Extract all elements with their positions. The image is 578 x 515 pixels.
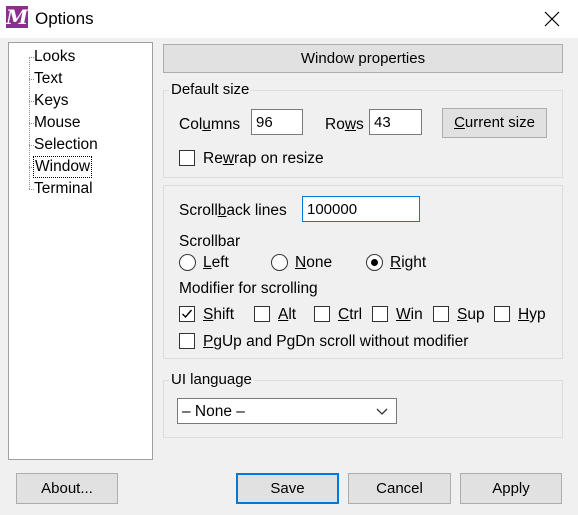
close-button[interactable]: [532, 2, 572, 36]
save-button[interactable]: Save: [236, 473, 339, 504]
chevron-down-icon: [376, 408, 388, 415]
scrollbar-none-label[interactable]: None: [295, 254, 332, 272]
section-header: Window properties: [163, 44, 563, 73]
tree-item-window[interactable]: Window: [33, 156, 93, 178]
checkmark-icon: [182, 309, 193, 319]
rewrap-checkbox[interactable]: [179, 150, 195, 166]
tree-item-terminal[interactable]: Terminal: [34, 179, 93, 199]
pgup-checkbox[interactable]: [179, 333, 195, 349]
tree-item-looks[interactable]: Looks: [34, 47, 75, 67]
alt-checkbox[interactable]: [254, 306, 270, 322]
ui-language-value: – None –: [182, 403, 245, 420]
columns-input[interactable]: 96: [251, 109, 303, 135]
ui-language-select[interactable]: – None –: [177, 398, 397, 424]
tree-item-selection[interactable]: Selection: [34, 135, 98, 155]
shift-label[interactable]: Shift: [203, 306, 234, 324]
shift-checkbox[interactable]: [179, 306, 195, 322]
scrollback-input[interactable]: 100000: [302, 196, 420, 222]
hyp-checkbox[interactable]: [494, 306, 510, 322]
tree-item-keys[interactable]: Keys: [34, 91, 68, 111]
default-size-title: Default size: [169, 81, 252, 98]
scrollbar-title: Scrollbar: [179, 233, 241, 250]
current-size-button[interactable]: Current size: [442, 108, 547, 138]
columns-label: Columns: [179, 116, 241, 133]
scrollbar-left-radio[interactable]: [179, 254, 196, 271]
scrollbar-left-label[interactable]: Left: [203, 254, 229, 272]
radio-selected-dot: [371, 259, 378, 266]
sup-checkbox[interactable]: [433, 306, 449, 322]
close-icon: [544, 11, 560, 27]
ctrl-checkbox[interactable]: [314, 306, 330, 322]
rows-label: Rows: [325, 116, 364, 133]
alt-label[interactable]: Alt: [278, 306, 296, 324]
scrollbar-right-label[interactable]: Right: [390, 254, 426, 272]
pgup-label[interactable]: PgUp and PgDn scroll without modifier: [203, 333, 468, 351]
apply-button[interactable]: Apply: [460, 473, 562, 504]
sup-label[interactable]: Sup: [457, 306, 485, 324]
win-checkbox[interactable]: [372, 306, 388, 322]
win-label[interactable]: Win: [396, 306, 423, 324]
rows-input[interactable]: 43: [369, 109, 422, 135]
ui-language-title: UI language: [169, 371, 254, 388]
ctrl-label[interactable]: Ctrl: [338, 306, 362, 324]
tree-item-text[interactable]: Text: [34, 69, 62, 89]
app-icon: M: [6, 5, 29, 29]
cancel-button[interactable]: Cancel: [348, 473, 451, 504]
category-tree: Looks Text Keys Mouse Selection Window T…: [8, 42, 153, 460]
rewrap-label[interactable]: Rewrap on resize: [203, 150, 324, 168]
modifier-title: Modifier for scrolling: [179, 280, 318, 297]
scrollbar-right-radio[interactable]: [366, 254, 383, 271]
hyp-label[interactable]: Hyp: [518, 306, 546, 324]
scrollback-label: Scrollback lines: [179, 202, 287, 219]
about-button[interactable]: About...: [16, 473, 118, 504]
tree-item-mouse[interactable]: Mouse: [34, 113, 81, 133]
scrollbar-none-radio[interactable]: [271, 254, 288, 271]
window-title: Options: [35, 9, 94, 28]
